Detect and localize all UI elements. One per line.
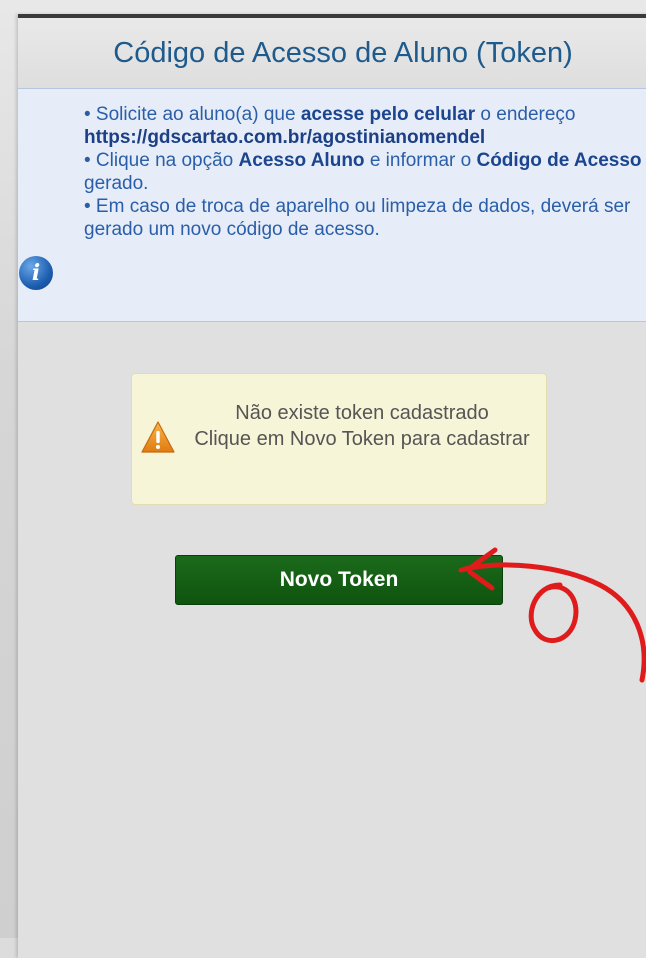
info-line2-prefix: • Clique na opção: [84, 150, 239, 171]
info-line1-suffix: o endereço: [475, 104, 576, 125]
info-text: • Solicite ao aluno(a) que acesse pelo c…: [84, 103, 644, 241]
no-token-warning: Não existe token cadastrado Clique em No…: [131, 373, 547, 505]
info-line1-prefix: • Solicite ao aluno(a) que: [84, 104, 301, 125]
warning-icon: [141, 421, 175, 453]
warning-line2: Clique em Novo Token para cadastrar: [194, 428, 530, 450]
info-line2-suffix: gerado.: [84, 173, 149, 194]
info-line1-bold: acesse pelo celular: [300, 104, 476, 125]
info-line2-mid: e informar o: [364, 150, 477, 171]
info-icon: i: [19, 256, 53, 290]
new-token-button[interactable]: Novo Token: [175, 555, 503, 605]
info-line2-bold1: Acesso Aluno: [238, 150, 365, 171]
page-title: Código de Acesso de Aluno (Token): [113, 36, 573, 69]
token-panel: Código de Acesso de Aluno (Token) i • So…: [18, 14, 646, 958]
info-line3: • Em caso de troca de aparelho ou limpez…: [84, 196, 631, 240]
title-bar: Código de Acesso de Aluno (Token): [18, 18, 646, 88]
warning-line1: Não existe token cadastrado: [235, 402, 489, 424]
info-box: i • Solicite ao aluno(a) que acesse pelo…: [18, 88, 646, 322]
access-url: https://gdscartao.com.br/agostinianomend…: [84, 127, 486, 148]
warning-text: Não existe token cadastrado Clique em No…: [192, 400, 532, 452]
info-line2-bold2: Código de Acesso: [476, 150, 642, 171]
